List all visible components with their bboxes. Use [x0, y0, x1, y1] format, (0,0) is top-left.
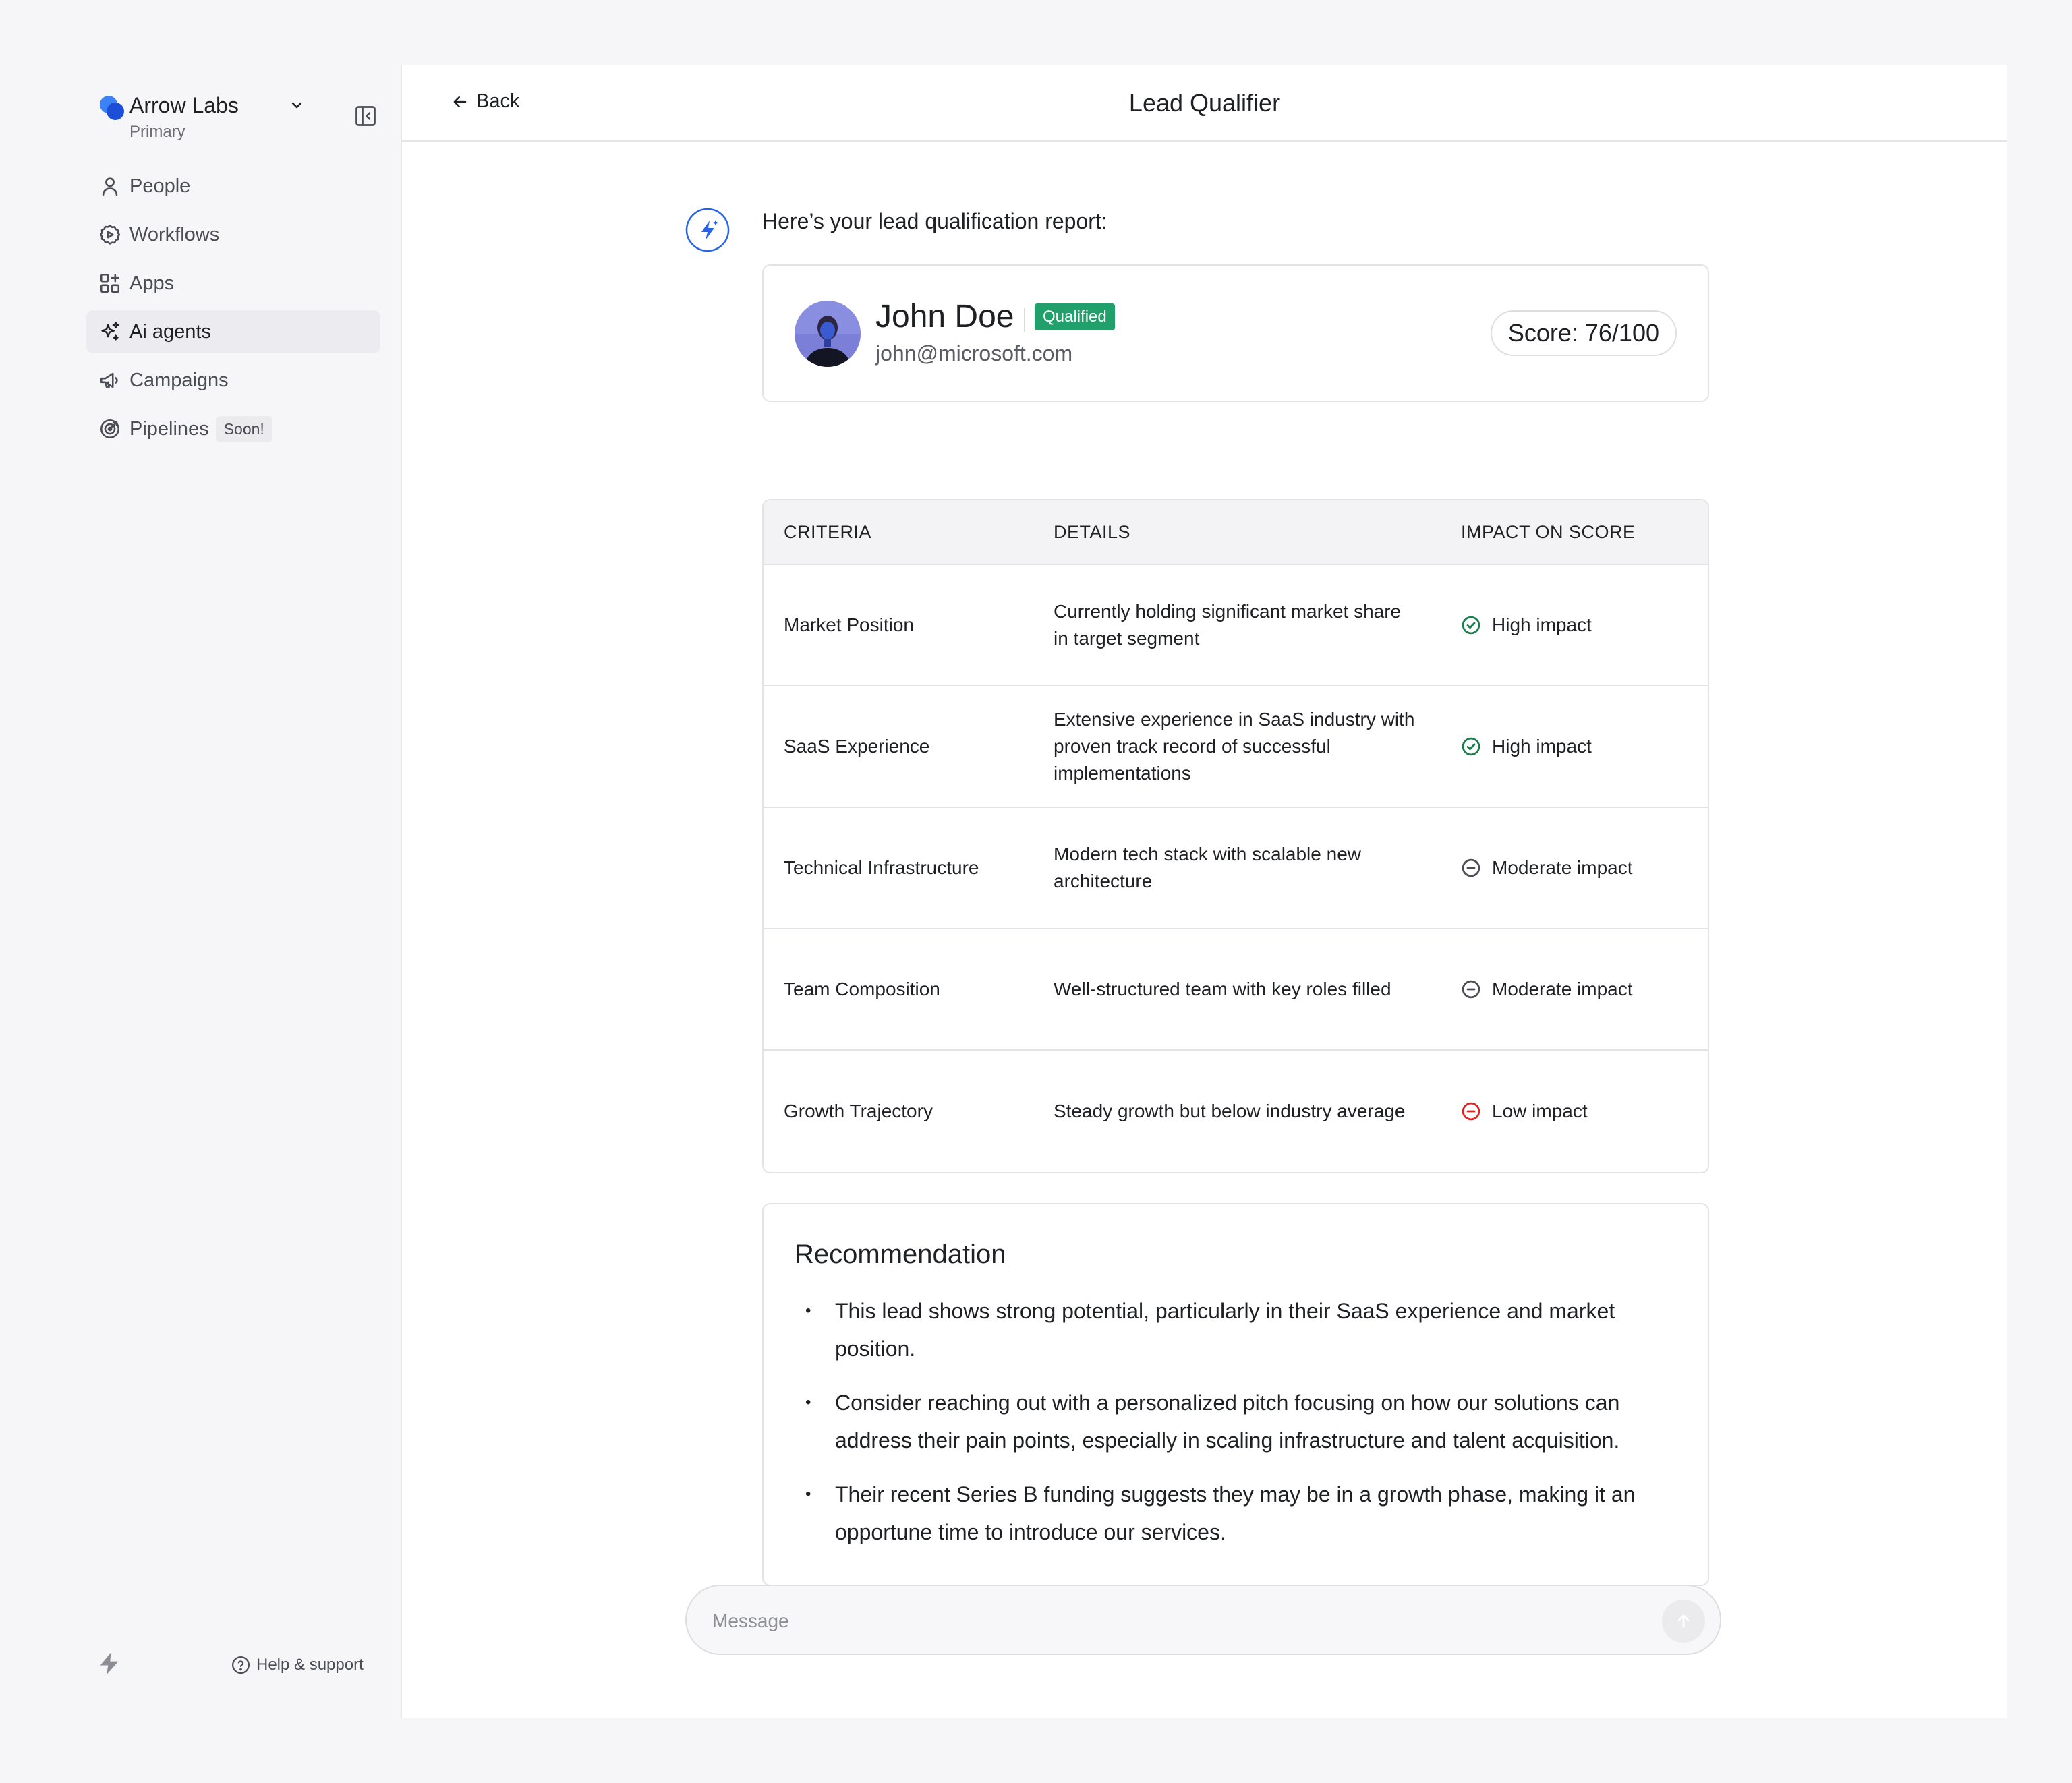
- details-cell: Currently holding significant market sha…: [1054, 601, 1402, 649]
- help-icon: [232, 1656, 250, 1674]
- ai-assistant-icon: [685, 208, 730, 252]
- status-badge: Qualified: [1035, 303, 1115, 330]
- column-header-criteria: CRITERIA: [784, 522, 872, 542]
- check-circle-icon: [1462, 616, 1480, 635]
- sidebar-item-apps[interactable]: Apps: [86, 262, 380, 305]
- sidebar-item-label: People: [130, 175, 191, 197]
- list-item: This lead shows strong potential, partic…: [805, 1292, 1675, 1368]
- impact-label: Moderate impact: [1492, 978, 1633, 999]
- sidebar-item-campaigns[interactable]: Campaigns: [86, 359, 380, 402]
- divider: [1024, 308, 1025, 332]
- details-cell: Extensive experience in SaaS industry wi…: [1054, 709, 1415, 784]
- table-header: CRITERIA DETAILS IMPACT ON SCORE: [764, 500, 1708, 565]
- lead-email: john@microsoft.com: [875, 341, 1073, 366]
- details-cell: Steady growth but below industry average: [1054, 1101, 1406, 1121]
- list-item: Consider reaching out with a personalize…: [805, 1384, 1675, 1459]
- sidebar-item-label: Campaigns: [130, 369, 229, 391]
- top-bar: Back Lead Qualifier: [402, 65, 2007, 142]
- sidebar-item-pipelines[interactable]: Pipelines Soon!: [86, 407, 380, 450]
- list-item: Their recent Series B funding suggests t…: [805, 1475, 1675, 1551]
- recommendation-card: Recommendation This lead shows strong po…: [762, 1203, 1709, 1586]
- apps-icon: [100, 273, 120, 293]
- details-cell: Modern tech stack with scalable new arch…: [1054, 844, 1361, 892]
- impact-cell: Low impact: [1461, 1051, 1588, 1172]
- check-circle-icon: [1462, 737, 1480, 756]
- impact-cell: Moderate impact: [1461, 929, 1633, 1049]
- details-cell: Well-structured team with key roles fill…: [1054, 978, 1391, 999]
- sidebar-item-label: Workflows: [130, 223, 220, 245]
- score-badge: Score: 76/100: [1490, 310, 1677, 356]
- sidebar: Arrow Labs Primary People Workflows Apps…: [65, 65, 402, 1718]
- table-row: Technical Infrastructure Modern tech sta…: [764, 808, 1708, 929]
- criteria-cell: Team Composition: [784, 978, 940, 999]
- impact-label: Low impact: [1492, 1101, 1588, 1121]
- impact-cell: High impact: [1461, 686, 1592, 807]
- criteria-cell: SaaS Experience: [784, 736, 930, 757]
- message-composer: [685, 1585, 1721, 1655]
- app-window: Arrow Labs Primary People Workflows Apps…: [65, 65, 2007, 1718]
- criteria-cell: Growth Trajectory: [784, 1101, 933, 1121]
- sidebar-item-label: Pipelines: [130, 417, 209, 440]
- criteria-cell: Technical Infrastructure: [784, 857, 979, 878]
- avatar: [795, 301, 861, 367]
- impact-label: High impact: [1492, 614, 1592, 635]
- message-input[interactable]: [712, 1606, 1589, 1636]
- recommendation-list: This lead shows strong potential, partic…: [805, 1292, 1675, 1567]
- sidebar-item-label: Apps: [130, 272, 175, 294]
- main-panel: Back Lead Qualifier Here’s your lead qua…: [402, 65, 2007, 1718]
- minus-circle-icon: [1462, 1102, 1480, 1121]
- bolt-icon: [100, 1652, 119, 1675]
- page-title: Lead Qualifier: [1128, 89, 1281, 117]
- column-header-details: DETAILS: [1054, 522, 1131, 542]
- workspace-name: Arrow Labs: [130, 93, 239, 117]
- sidebar-item-people[interactable]: People: [86, 165, 380, 208]
- recommendation-title: Recommendation: [795, 1239, 1006, 1269]
- column-header-impact: IMPACT ON SCORE: [1461, 522, 1636, 542]
- sidebar-item-ai-agents[interactable]: Ai agents: [86, 310, 380, 353]
- sidebar-item-workflows[interactable]: Workflows: [86, 213, 380, 256]
- megaphone-icon: [100, 372, 118, 388]
- criteria-table: CRITERIA DETAILS IMPACT ON SCORE Market …: [762, 499, 1709, 1173]
- workflow-icon: [99, 225, 121, 245]
- person-icon: [102, 177, 118, 196]
- sidebar-nav: People Workflows Apps Ai agents Campaign…: [86, 165, 380, 456]
- minus-circle-icon: [1462, 980, 1480, 999]
- arrow-up-icon: [1677, 1614, 1690, 1628]
- workspace-subtitle: Primary: [130, 123, 185, 141]
- send-button[interactable]: [1662, 1600, 1705, 1643]
- table-row: Market Position Currently holding signif…: [764, 565, 1708, 686]
- help-label: Help & support: [256, 1656, 364, 1674]
- help-support-link[interactable]: Help & support: [231, 1655, 364, 1675]
- lead-profile-card: John Doe Qualified john@microsoft.com Sc…: [762, 264, 1709, 402]
- impact-cell: High impact: [1461, 565, 1592, 685]
- target-icon: [100, 419, 120, 439]
- sidebar-item-label: Ai agents: [130, 320, 211, 343]
- assistant-message: Here’s your lead qualification report:: [762, 209, 1107, 233]
- chevron-down-icon: [291, 102, 302, 109]
- workspace-logo-icon: [98, 94, 125, 121]
- minus-circle-icon: [1462, 858, 1480, 877]
- table-row: SaaS Experience Extensive experience in …: [764, 686, 1708, 808]
- sparkle-icon: [101, 322, 119, 341]
- soon-badge: Soon!: [215, 415, 272, 442]
- table-row: Growth Trajectory Steady growth but belo…: [764, 1051, 1708, 1172]
- sidebar-collapse-icon[interactable]: [353, 104, 378, 128]
- criteria-cell: Market Position: [784, 614, 914, 635]
- table-row: Team Composition Well-structured team wi…: [764, 929, 1708, 1051]
- impact-label: High impact: [1492, 736, 1592, 757]
- workspace-switcher[interactable]: Arrow Labs Primary: [98, 92, 388, 146]
- impact-cell: Moderate impact: [1461, 808, 1633, 928]
- impact-label: Moderate impact: [1492, 857, 1633, 878]
- lead-name: John Doe: [875, 299, 1014, 334]
